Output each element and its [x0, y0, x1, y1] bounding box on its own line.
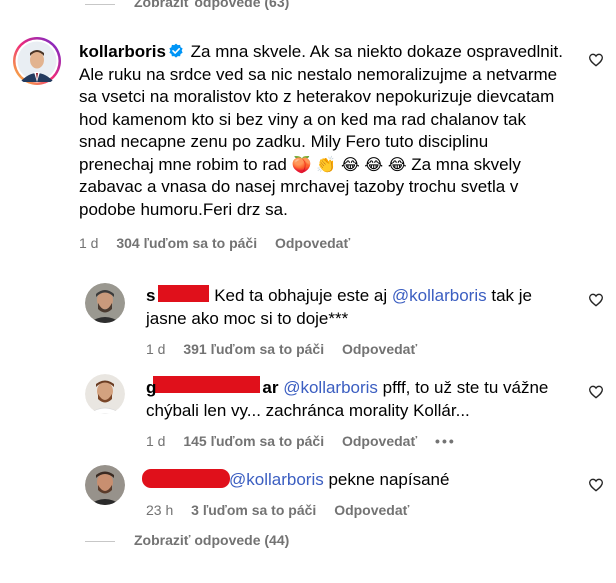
reply-1-text: s Ked ta obhajuje este aj @kollarboris t…: [146, 285, 586, 330]
replies-divider-line: [85, 4, 115, 5]
avatar-reply-1[interactable]: [85, 283, 125, 323]
comment-line: hod kamenom kto si bez viny a on ked ma …: [79, 109, 526, 129]
heart-icon[interactable]: [588, 292, 604, 308]
comment-line: Za mna skvele. Ak sa niekto dokaze ospra…: [190, 42, 563, 61]
reply-text: pfff, to už ste tu vážne: [377, 378, 549, 397]
mention-link[interactable]: @kollarboris: [283, 378, 378, 397]
reply-2-text: g ar @kollarboris pfff, to už ste tu vážn…: [146, 377, 586, 422]
reply-1-meta: 1 d 391 ľuďom sa to páči Odpovedať: [146, 341, 431, 357]
comment-line: Za mna skvely: [411, 154, 521, 174]
replies-divider-line: [85, 541, 115, 542]
reply-username-prefix[interactable]: g: [146, 378, 156, 397]
reply-3-text: @kollarboris pekne napísané: [229, 469, 589, 492]
verified-badge-icon: [169, 43, 183, 58]
likes-count-button[interactable]: 3 ľuďom sa to páči: [191, 502, 316, 518]
avatar-reply-2[interactable]: [85, 374, 125, 414]
reply-text: chýbali len vy... zachránca morality Kol…: [146, 400, 470, 420]
view-replies-button[interactable]: Zobraziť odpovede (44): [134, 532, 289, 548]
comment-line: podobe humoru.Feri drz sa.: [79, 199, 288, 219]
heart-icon[interactable]: [588, 52, 604, 68]
reply-text: tak je: [486, 286, 532, 305]
tears-of-joy-emoji-icon: 😂: [340, 156, 360, 174]
heart-icon[interactable]: [588, 384, 604, 400]
reply-button[interactable]: Odpovedať: [342, 433, 417, 449]
mention-link[interactable]: @kollarboris: [392, 286, 487, 305]
heart-icon[interactable]: [588, 477, 604, 493]
reply-text: pekne napísané: [323, 470, 450, 489]
main-comment-meta: 1 d 304 ľuďom sa to páči Odpovedať: [79, 235, 364, 251]
mention-link[interactable]: @kollarboris: [229, 470, 324, 489]
reply-username-prefix[interactable]: s: [146, 286, 155, 305]
tears-of-joy-emoji-icon: 😂: [387, 156, 407, 174]
likes-count-button[interactable]: 304 ľuďom sa to páči: [116, 235, 257, 251]
more-options-icon[interactable]: •••: [435, 433, 456, 449]
likes-count-button[interactable]: 145 ľuďom sa to páči: [183, 433, 324, 449]
reply-3-meta: 23 h 3 ľuďom sa to páči Odpovedať: [146, 502, 423, 518]
comment-time: 23 h: [146, 502, 174, 518]
likes-count-button[interactable]: 391 ľuďom sa to páči: [183, 341, 324, 357]
reply-button[interactable]: Odpovedať: [342, 341, 417, 357]
peach-emoji-icon: 🍑: [291, 156, 312, 174]
comment-time: 1 d: [146, 433, 166, 449]
reply-username-suffix[interactable]: ar: [262, 378, 278, 397]
comment-line: prenechaj mne robim to rad: [79, 154, 287, 174]
comment-line: snad necapne zenu po zadku. Mily Fero tu…: [79, 132, 489, 151]
comment-line: sa vsetci na moralistov kto z heterakov …: [79, 87, 555, 106]
view-replies-button[interactable]: Zobraziť odpovede (63): [134, 0, 289, 10]
tears-of-joy-emoji-icon: 😂: [364, 156, 384, 174]
main-comment-text: kollarboris Za mna skvele. Ak sa niekto …: [79, 41, 579, 221]
avatar-kollarboris[interactable]: [12, 36, 62, 86]
redacted-username: [142, 469, 230, 488]
comment-username[interactable]: kollarboris: [79, 42, 166, 61]
avatar-reply-3[interactable]: [85, 465, 125, 505]
comment-line: zabavac a vnasa do nasej mrchavej tazoby…: [79, 177, 519, 196]
reply-2-meta: 1 d 145 ľuďom sa to páči Odpovedať •••: [146, 433, 470, 449]
reply-button[interactable]: Odpovedať: [275, 235, 350, 251]
comment-time: 1 d: [146, 341, 166, 357]
reply-button[interactable]: Odpovedať: [334, 502, 409, 518]
comment-time: 1 d: [79, 235, 99, 251]
reply-text: Ked ta obhajuje este aj: [209, 286, 392, 305]
reply-text: jasne ako moc si to doje***: [146, 308, 349, 328]
clapping-hands-emoji-icon: 👏: [316, 156, 337, 174]
comment-line: Ale ruku na srdce ved sa nic nestalo nem…: [79, 64, 558, 84]
